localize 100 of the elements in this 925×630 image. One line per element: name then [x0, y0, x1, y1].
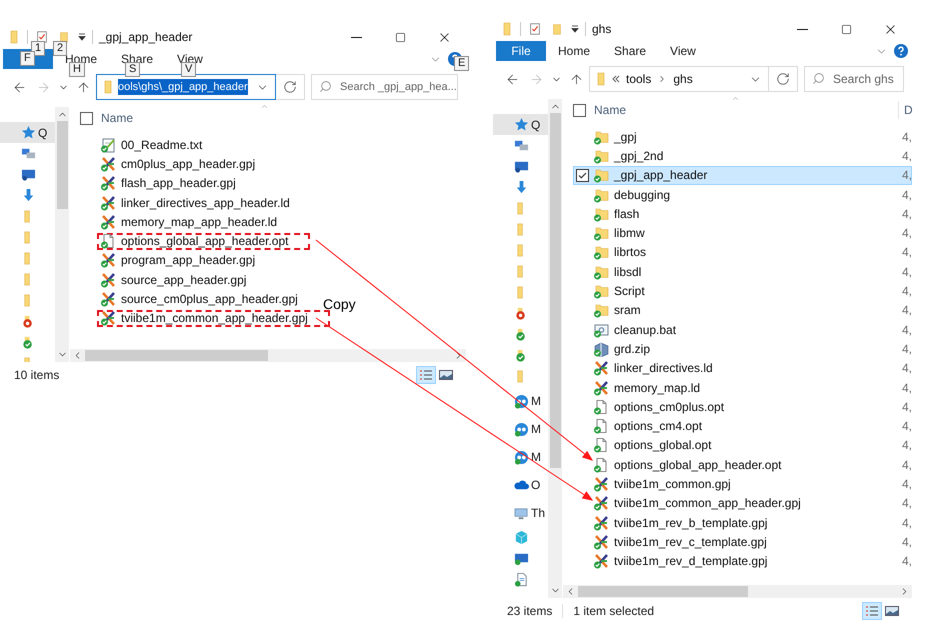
archive-icon: [593, 340, 609, 357]
nav-item[interactable]: M: [493, 415, 548, 443]
window-title: _gpj_app_header: [99, 29, 192, 46]
keytip-tooltip: H: [69, 62, 85, 77]
column-header[interactable]: Name: [101, 109, 134, 127]
header-checkbox[interactable]: [573, 104, 586, 116]
file-tab[interactable]: File: [496, 41, 546, 61]
file-row[interactable]: _gpj 4,: [573, 127, 912, 146]
refresh-button[interactable]: [769, 66, 798, 92]
ribbon-tab[interactable]: Home: [546, 41, 602, 61]
cross-icon: [100, 156, 116, 172]
search-icon: [812, 72, 825, 85]
file-row[interactable]: sram 4,: [573, 300, 912, 320]
address-bar[interactable]: ools\ghs\_gpj_app_header: [96, 74, 276, 100]
breadcrumb-item[interactable]: tools: [624, 70, 654, 88]
network-icon: [21, 146, 36, 161]
cross-icon: [593, 534, 609, 550]
date-cell-text: 4,: [902, 206, 911, 223]
file-row[interactable]: cleanup.bat 4,: [573, 320, 912, 340]
cloud-icon: [514, 450, 529, 464]
cross-icon: [100, 291, 116, 308]
details-view-button[interactable]: [862, 602, 882, 620]
date-cell-text: 4,: [902, 167, 911, 184]
file-row[interactable]: Script 4,: [573, 281, 912, 301]
folder-icon: [593, 186, 609, 203]
file-row[interactable]: libmw 4,: [573, 223, 912, 243]
file-row[interactable]: flash_app_header.gpj: [80, 174, 259, 193]
file-row[interactable]: tviibe1m_rev_d_template.gpj 4,: [573, 552, 912, 571]
cross-icon: [593, 514, 609, 531]
keytip-tooltip: S: [125, 62, 140, 77]
file-row[interactable]: options_cm0plus.opt 4,: [573, 397, 912, 416]
ribbon-tab[interactable]: Share: [602, 41, 658, 61]
horizontal-scrollbar[interactable]: [563, 585, 912, 598]
file-row[interactable]: program_app_header.gpj: [80, 250, 278, 270]
nav-item[interactable]: M: [493, 443, 548, 471]
file-row[interactable]: tviibe1m_common_app_header.gpj 4,: [573, 494, 912, 513]
file-row[interactable]: options_global.opt 4,: [573, 436, 912, 456]
horizontal-scrollbar[interactable]: [70, 349, 466, 362]
file-row[interactable]: grd.zip 4,: [573, 339, 912, 359]
maximize-icon: [394, 32, 406, 42]
file-name: options_global_app_header.opt: [614, 456, 782, 474]
file-row[interactable]: source_cm0plus_app_header.gpj: [80, 289, 321, 309]
computer-icon: [514, 506, 529, 520]
file-row[interactable]: 00_Readme.txt: [80, 135, 226, 154]
header-checkbox[interactable]: [80, 112, 93, 124]
refresh-button[interactable]: [276, 74, 305, 100]
dropdown-icon[interactable]: [78, 33, 86, 41]
file-row[interactable]: options_global_app_header.opt 4,: [573, 455, 912, 474]
file-row[interactable]: debugging 4,: [573, 184, 912, 204]
file-row[interactable]: memory_map_app_header.ld: [80, 212, 300, 232]
nav-item[interactable]: Th: [493, 499, 548, 527]
file-row[interactable]: linker_directives_app_header.ld: [80, 192, 313, 212]
vertical-scrollbar[interactable]: [548, 99, 562, 598]
file-name: source_cm0plus_app_header.gpj: [121, 291, 298, 308]
row-checkbox[interactable]: [576, 168, 589, 182]
file-name: tviibe1m_rev_b_template.gpj: [614, 514, 768, 532]
file-row[interactable]: _gpj_2nd 4,: [573, 146, 912, 166]
dropdown-icon[interactable]: [571, 25, 579, 33]
file-row[interactable]: tviibe1m_rev_c_template.gpj 4,: [573, 532, 912, 552]
date-cell-text: 4,: [902, 418, 911, 436]
nav-item[interactable]: O: [493, 471, 548, 499]
file-row[interactable]: tviibe1m_rev_b_template.gpj 4,: [573, 512, 912, 532]
file-row[interactable]: linker_directives.ld 4,: [573, 358, 912, 378]
file-row[interactable]: libsdl 4,: [573, 262, 912, 282]
image-icon: [885, 605, 899, 617]
date-cell-text: 4,: [902, 322, 911, 339]
file-name: options_global_app_header.opt: [121, 233, 288, 250]
search-field[interactable]: Search ghs: [804, 66, 904, 92]
vertical-scrollbar[interactable]: [55, 107, 69, 362]
folder-icon: [593, 128, 609, 145]
nav-item[interactable]: Q: [0, 122, 55, 143]
breadcrumb-item[interactable]: ghs: [671, 70, 695, 88]
details-view-button[interactable]: [416, 366, 436, 384]
file-name: debugging: [614, 186, 670, 204]
file-row[interactable]: memory_map.ld 4,: [573, 378, 912, 398]
nav-item[interactable]: Q: [493, 114, 548, 135]
file-row[interactable]: librtos 4,: [573, 242, 912, 262]
cloud-icon: [514, 478, 529, 492]
toolbar-button[interactable]: [527, 21, 543, 37]
file-name: options_cm4.opt: [614, 418, 702, 436]
column-header[interactable]: D: [898, 101, 912, 119]
address-bar[interactable]: tools ghs: [589, 66, 769, 92]
keytip-tooltip: V: [181, 62, 196, 77]
file-row[interactable]: _gpj_app_header 4,: [573, 166, 912, 185]
cross-icon: [593, 380, 609, 396]
file-name: tviibe1m_common.gpj: [614, 476, 731, 493]
file-row[interactable]: source_app_header.gpj: [80, 270, 270, 290]
column-header[interactable]: Name: [594, 101, 626, 119]
monitor-icon: [514, 159, 529, 174]
file-name: sram: [614, 302, 641, 320]
file-row[interactable]: options_cm4.opt 4,: [573, 416, 912, 436]
file-row[interactable]: flash 4,: [573, 204, 912, 224]
file-row[interactable]: tviibe1m_common.gpj 4,: [573, 474, 912, 494]
folder-icon: [593, 302, 609, 318]
search-field[interactable]: Search _gpj_app_hea...: [311, 74, 458, 100]
file-row[interactable]: cm0plus_app_header.gpj: [80, 154, 278, 174]
file-name: 00_Readme.txt: [121, 136, 202, 154]
file-name: _gpj_app_header: [614, 167, 708, 184]
ribbon-tab[interactable]: View: [658, 41, 708, 61]
overflow-chevrons-icon[interactable]: [612, 75, 620, 83]
